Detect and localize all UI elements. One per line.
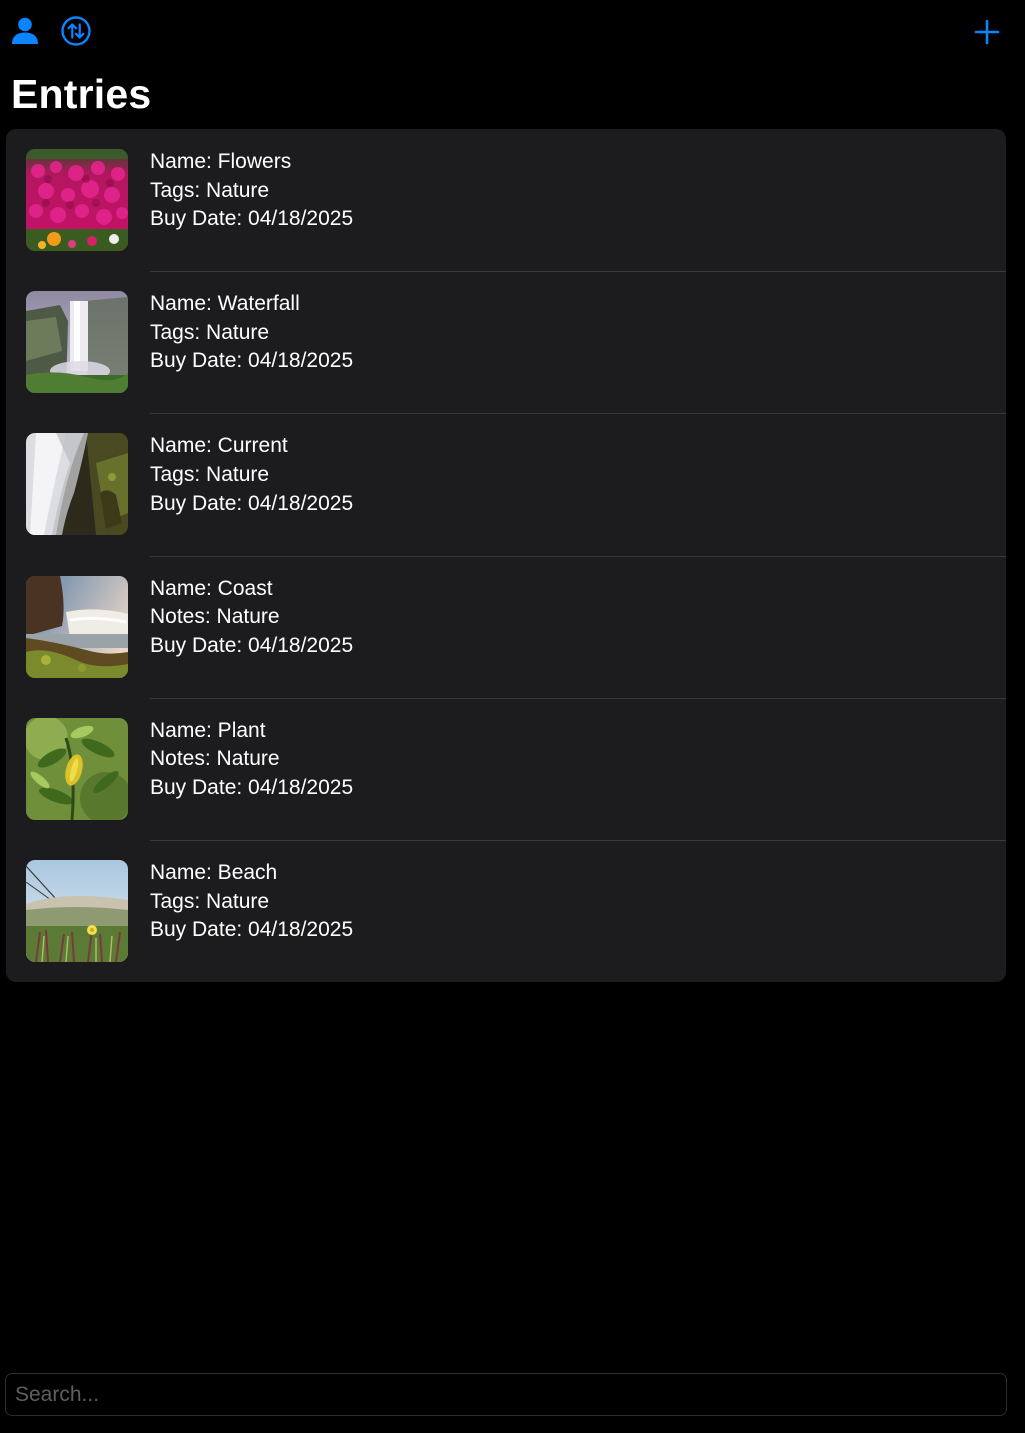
person-icon [12, 17, 38, 44]
entry-buy-date: Buy Date: 04/18/2025 [150, 918, 354, 942]
entry-notes: Notes: Nature [150, 747, 280, 771]
profile-button[interactable] [8, 13, 42, 49]
entry-buy-date: Buy Date: 04/18/2025 [150, 491, 354, 515]
entry-info: Name: Plant Notes: Nature Buy Date: 04/1… [150, 717, 353, 803]
entry-row[interactable]: Name: Current Tags: Nature Buy Date: 04/… [6, 413, 1006, 555]
entry-name: Name: Waterfall [150, 292, 300, 316]
sort-button[interactable] [58, 13, 94, 49]
entry-tags: Tags: Nature [150, 462, 270, 486]
entry-row[interactable]: Name: Plant Notes: Nature Buy Date: 04/1… [6, 697, 1006, 840]
entry-info: Name: Current Tags: Nature Buy Date: 04/… [150, 432, 353, 518]
entry-name: Name: Current [150, 434, 288, 458]
entries-list: Name: Flowers Tags: Nature Buy Date: 04/… [6, 129, 1006, 982]
search-input[interactable] [6, 1374, 1006, 1415]
add-entry-button[interactable] [968, 13, 1006, 51]
navigation-toolbar [0, 0, 1025, 64]
entry-row[interactable]: Name: Flowers Tags: Nature Buy Date: 04/… [6, 129, 1006, 271]
coast-photo [26, 575, 128, 678]
page-title: Entries [11, 71, 152, 117]
plant-photo [26, 717, 128, 820]
entry-info: Name: Beach Tags: Nature Buy Date: 04/18… [150, 859, 353, 945]
entry-notes: Notes: Nature [150, 605, 280, 629]
entry-row[interactable]: Name: Waterfall Tags: Nature Buy Date: 0… [6, 271, 1006, 413]
entry-tags: Tags: Nature [150, 178, 270, 202]
entry-row[interactable]: Name: Beach Tags: Nature Buy Date: 04/18… [6, 839, 1006, 982]
beach-photo [26, 859, 128, 962]
entry-buy-date: Buy Date: 04/18/2025 [150, 775, 354, 799]
entry-name: Name: Coast [150, 576, 273, 600]
entry-row[interactable]: Name: Coast Notes: Nature Buy Date: 04/1… [6, 555, 1006, 698]
entry-info: Name: Flowers Tags: Nature Buy Date: 04/… [150, 148, 353, 234]
entry-tags: Tags: Nature [150, 320, 270, 344]
entry-info: Name: Waterfall Tags: Nature Buy Date: 0… [150, 290, 353, 376]
entry-buy-date: Buy Date: 04/18/2025 [150, 633, 354, 657]
entry-info: Name: Coast Notes: Nature Buy Date: 04/1… [150, 575, 353, 661]
entries-screen: Entries Name: Flowers Tags: Nature Buy D… [0, 0, 1025, 1433]
entry-buy-date: Buy Date: 04/18/2025 [150, 207, 354, 231]
entry-name: Name: Plant [150, 718, 266, 742]
entry-name: Name: Flowers [150, 150, 292, 173]
entry-tags: Tags: Nature [150, 889, 270, 913]
current-photo [26, 433, 128, 536]
search-bar [5, 1373, 1007, 1416]
plus-icon [974, 19, 1000, 45]
flowers-photo [26, 149, 128, 251]
entry-buy-date: Buy Date: 04/18/2025 [150, 349, 354, 373]
sort-arrows-icon [61, 16, 91, 46]
entry-name: Name: Beach [150, 860, 278, 884]
waterfall-photo [26, 291, 128, 394]
